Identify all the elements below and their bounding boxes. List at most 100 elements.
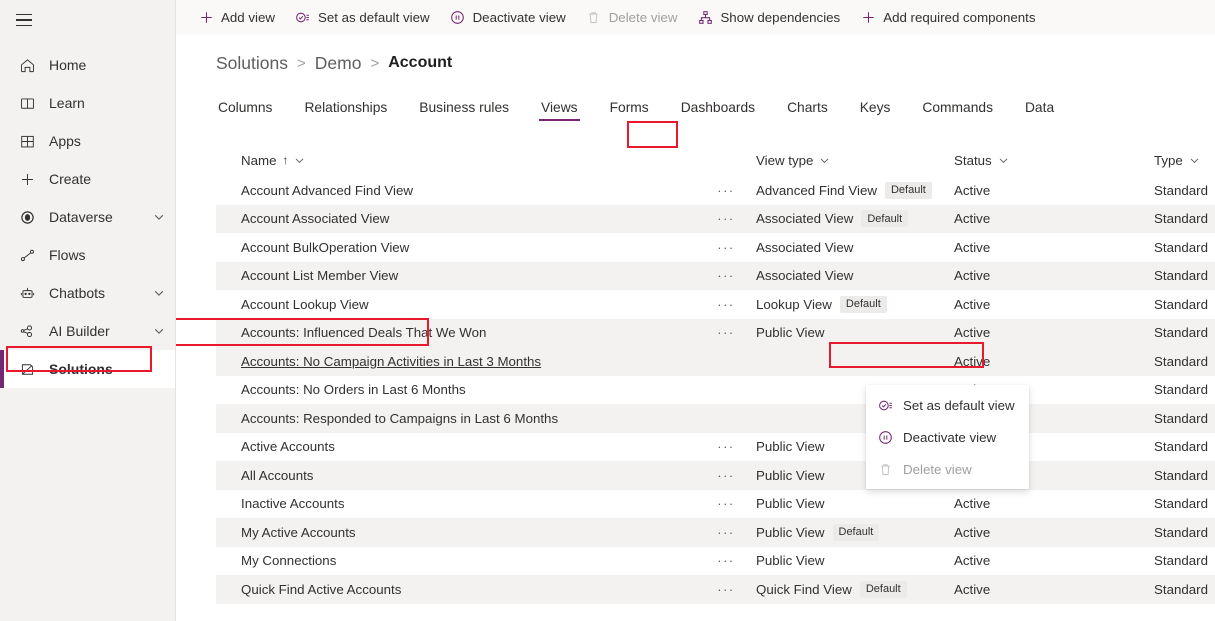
table-row[interactable]: Account Advanced Find View ··· Advanced Fi… xyxy=(216,176,1215,205)
row-view-name[interactable]: Quick Find Active Accounts xyxy=(216,582,696,597)
table-row[interactable]: Account BulkOperation View ··· Associated … xyxy=(216,233,1215,262)
row-view-name[interactable]: Account BulkOperation View xyxy=(216,240,696,255)
table-row[interactable]: Quick Find Active Accounts ··· Quick Find … xyxy=(216,575,1215,604)
chevron-down-icon[interactable] xyxy=(294,155,305,166)
table-row[interactable]: All Accounts···Public ViewActiveStandard xyxy=(216,461,1215,490)
breadcrumb-item-demo[interactable]: Demo xyxy=(315,53,362,74)
row-overflow-menu-icon[interactable]: ··· xyxy=(696,211,756,226)
tab-keys[interactable]: Keys xyxy=(858,97,893,118)
sidebar-item-learn[interactable]: Learn xyxy=(0,84,175,122)
hamburger-icon[interactable] xyxy=(0,0,48,40)
powerapps-maker-portal: Home Learn Apps Create Dataverse Flows C… xyxy=(0,0,1215,621)
page-title: Account xyxy=(388,54,453,71)
row-view-name[interactable]: Inactive Accounts xyxy=(216,496,696,511)
command-label: Show dependencies xyxy=(720,10,841,25)
sidebar-item-chatbots[interactable]: Chatbots xyxy=(0,274,175,312)
table-row[interactable]: Account List Member View ··· Associated Vi… xyxy=(216,261,1215,290)
chevron-down-icon[interactable] xyxy=(153,287,165,299)
row-overflow-menu-icon[interactable]: ··· xyxy=(696,553,756,568)
table-row[interactable]: Active Accounts···Public ViewActiveStand… xyxy=(216,433,1215,462)
row-view-name[interactable]: My Connections xyxy=(216,553,696,568)
row-overflow-menu-icon[interactable]: ··· xyxy=(696,325,756,340)
add-view-button[interactable]: Add view xyxy=(188,3,285,33)
row-overflow-menu-icon[interactable]: ··· xyxy=(696,525,756,540)
row-view-name[interactable]: Account Lookup View xyxy=(216,297,696,312)
command-label: Add required components xyxy=(883,10,1036,25)
tab-forms[interactable]: Forms xyxy=(608,97,651,118)
deactivate-view-button[interactable]: Deactivate view xyxy=(440,3,576,33)
table-row[interactable]: Account Lookup View ··· Lookup View Default… xyxy=(216,290,1215,319)
table-row[interactable]: Account Associated View ··· Associated Vie… xyxy=(216,204,1215,233)
sidebar-item-dataverse[interactable]: Dataverse xyxy=(0,198,175,236)
add-required-components-button[interactable]: Add required components xyxy=(850,3,1045,33)
apps-icon xyxy=(17,131,37,151)
chevron-down-icon[interactable] xyxy=(998,155,1009,166)
row-view-name[interactable]: Accounts: No Orders in Last 6 Months xyxy=(216,382,696,397)
sidebar-item-label: Chatbots xyxy=(49,285,106,301)
sidebar-item-create[interactable]: Create xyxy=(0,160,175,198)
sidebar-item-apps[interactable]: Apps xyxy=(0,122,175,160)
row-view-type-label: Public View xyxy=(756,553,825,569)
tab-dashboards[interactable]: Dashboards xyxy=(679,97,757,118)
nav-list: Home Learn Apps Create Dataverse Flows C… xyxy=(0,46,175,388)
column-header-name[interactable]: Name ↑ xyxy=(216,153,696,168)
row-view-name[interactable]: Accounts: Responded to Campaigns in Last… xyxy=(216,411,696,426)
row-view-name[interactable]: My Active Accounts xyxy=(216,525,696,540)
context-menu-deactivate-view[interactable]: Deactivate view xyxy=(866,421,1029,453)
row-view-name[interactable]: Active Accounts xyxy=(216,439,696,454)
table-row[interactable]: Accounts: No Orders in Last 6 MonthsActi… xyxy=(216,376,1215,405)
content-area: Solutions > Demo > Account Columns Relat… xyxy=(176,36,1215,621)
row-view-name[interactable]: Account List Member View xyxy=(216,268,696,283)
row-overflow-menu-icon[interactable]: ··· xyxy=(696,183,756,198)
delete-view-button: Delete view xyxy=(576,3,688,33)
breadcrumb-item-solutions[interactable]: Solutions xyxy=(216,53,288,74)
command-label: Set as default view xyxy=(317,10,430,25)
command-label: Delete view xyxy=(608,10,678,25)
sidebar-item-ai-builder[interactable]: AI Builder xyxy=(0,312,175,350)
row-overflow-menu-icon[interactable]: ··· xyxy=(696,582,756,597)
tab-relationships[interactable]: Relationships xyxy=(302,97,389,118)
tab-charts[interactable]: Charts xyxy=(785,97,830,118)
chevron-down-icon[interactable] xyxy=(1189,155,1200,166)
table-row[interactable]: Accounts: Responded to Campaigns in Last… xyxy=(216,404,1215,433)
row-overflow-menu-icon[interactable]: ··· xyxy=(696,297,756,312)
table-row[interactable]: Inactive Accounts ··· Public View Active Sta… xyxy=(216,490,1215,519)
tab-views[interactable]: Views xyxy=(539,97,580,121)
row-overflow-menu-icon[interactable]: ··· xyxy=(696,439,756,454)
row-view-name[interactable]: All Accounts xyxy=(216,468,696,483)
chevron-down-icon[interactable] xyxy=(819,155,830,166)
command-label: Deactivate view xyxy=(472,10,566,25)
table-row[interactable]: My Connections ··· Public View Active Standa… xyxy=(216,547,1215,576)
row-view-name[interactable]: Accounts: Influenced Deals That We Won xyxy=(216,325,696,340)
row-overflow-menu-icon[interactable]: ··· xyxy=(696,468,756,483)
set-as-default-view-button[interactable]: Set as default view xyxy=(285,3,440,33)
row-view-name[interactable]: Account Advanced Find View xyxy=(216,183,696,198)
row-overflow-menu-icon[interactable]: ··· xyxy=(696,268,756,283)
table-row[interactable]: My Active Accounts ··· Public View Default A… xyxy=(216,518,1215,547)
column-header-type[interactable]: Type xyxy=(1154,153,1215,168)
chevron-down-icon[interactable] xyxy=(153,211,165,223)
row-overflow-menu-icon[interactable]: ··· xyxy=(696,496,756,511)
book-icon xyxy=(17,93,37,113)
context-menu-set-as-default-view[interactable]: Set as default view xyxy=(866,389,1029,421)
row-overflow-menu-icon[interactable]: ··· xyxy=(696,240,756,255)
row-view-name[interactable]: Account Associated View xyxy=(216,211,696,226)
breadcrumb-separator: > xyxy=(370,54,380,72)
row-type: Standard xyxy=(1154,382,1208,398)
tab-business-rules[interactable]: Business rules xyxy=(417,97,511,118)
breadcrumb-separator: > xyxy=(297,54,306,72)
row-type: Standard xyxy=(1154,553,1208,569)
sidebar-item-flows[interactable]: Flows xyxy=(0,236,175,274)
row-view-name[interactable]: Accounts: No Campaign Activities in Last… xyxy=(216,354,696,369)
chevron-down-icon[interactable] xyxy=(153,325,165,337)
show-dependencies-button[interactable]: Show dependencies xyxy=(687,3,850,33)
tab-data[interactable]: Data xyxy=(1023,97,1056,118)
column-header-status[interactable]: Status xyxy=(954,153,1154,168)
column-header-view-type[interactable]: View type xyxy=(756,153,954,168)
table-row[interactable]: Accounts: No Campaign Activities in Last… xyxy=(216,347,1215,376)
table-row[interactable]: Accounts: Influenced Deals That We Won ··… xyxy=(216,318,1215,347)
tab-columns[interactable]: Columns xyxy=(216,97,274,118)
sidebar-item-solutions[interactable]: Solutions xyxy=(0,350,175,388)
tab-commands[interactable]: Commands xyxy=(920,97,995,118)
sidebar-item-home[interactable]: Home xyxy=(0,46,175,84)
